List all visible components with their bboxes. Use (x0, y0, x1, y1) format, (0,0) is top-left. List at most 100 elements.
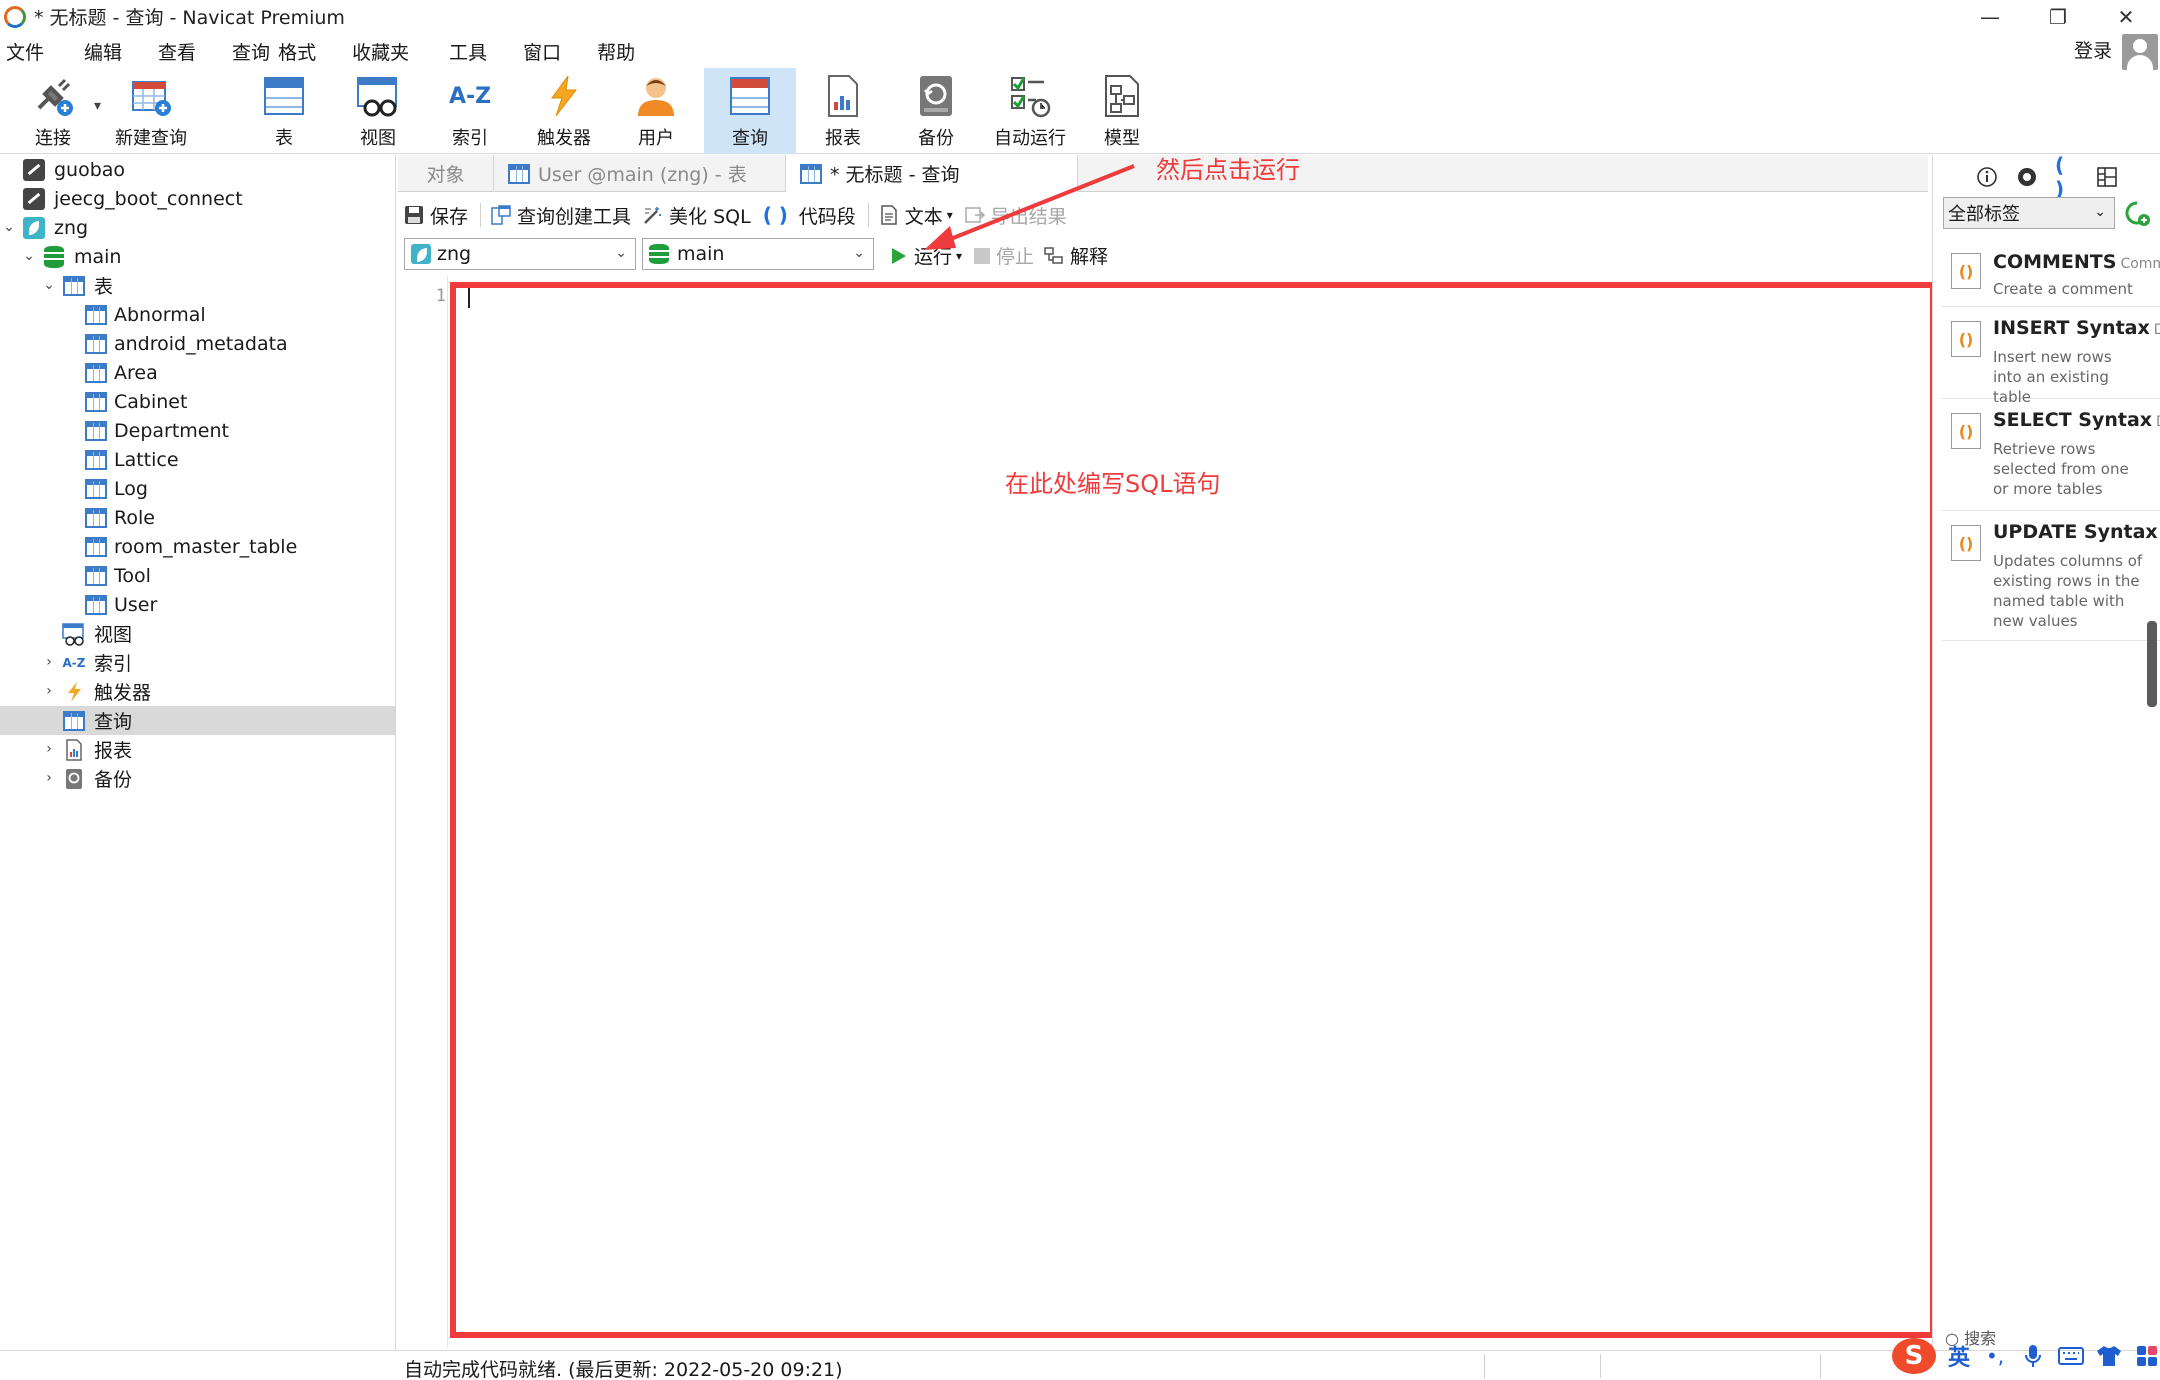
save-button[interactable]: 保存 (404, 202, 468, 229)
tag-filter-select[interactable]: 全部标签 ⌄ (1943, 197, 2115, 229)
code-snippet-button[interactable]: ( ) 代码段 (763, 202, 856, 229)
panel-scrollbar[interactable] (2147, 621, 2157, 707)
new-query-label: 新建查询 (115, 128, 187, 149)
magic-wand-icon (644, 207, 662, 224)
tab-user-table[interactable]: User @main (zng) - 表 (494, 155, 786, 192)
skin-icon[interactable] (2096, 1343, 2122, 1369)
table-icon (85, 478, 107, 499)
tree-triggers-group[interactable]: › 触发器 (0, 677, 395, 706)
tree-table-item[interactable]: Tool (0, 561, 395, 590)
tree-views-group[interactable]: 视图 (0, 619, 395, 648)
new-query-button[interactable]: 新建查询 (110, 68, 192, 154)
chevron-down-icon[interactable]: ⌄ (22, 248, 36, 264)
chevron-down-icon: ⌄ (853, 245, 865, 261)
tab-objects[interactable]: 对象 (398, 155, 494, 192)
chevron-right-icon[interactable]: › (42, 741, 56, 757)
info-icon[interactable] (1975, 165, 1999, 189)
automation-icon (1008, 74, 1052, 118)
tree-connection-zng[interactable]: ⌄ zng (0, 213, 395, 242)
backup-button[interactable]: 备份 (902, 68, 970, 154)
tree-table-item[interactable]: android_metadata (0, 329, 395, 358)
snippet-item[interactable]: () INSERT SyntaxDM Insert new rows into … (1941, 309, 2160, 406)
connect-label: 连接 (35, 128, 71, 149)
keyboard-icon[interactable] (2058, 1343, 2085, 1369)
chevron-right-icon[interactable]: › (42, 683, 56, 699)
trigger-button[interactable]: 触发器 (528, 68, 600, 154)
login-link[interactable]: 登录 (2074, 36, 2112, 63)
table-icon (85, 333, 107, 354)
ime-punctuation[interactable]: •, (1982, 1343, 2008, 1369)
add-snippet-icon[interactable] (2123, 199, 2151, 227)
snippet-item[interactable]: () SELECT SyntaxDM Retrieve rows selecte… (1941, 401, 2160, 511)
chevron-down-icon[interactable]: ⌄ (42, 277, 56, 293)
toolbox-icon[interactable] (2134, 1343, 2160, 1369)
tree-table-item[interactable]: Department (0, 416, 395, 445)
menu-tools[interactable]: 工具 (421, 38, 499, 65)
table-button[interactable]: 表 (250, 68, 318, 154)
table-icon (63, 275, 85, 296)
microphone-icon[interactable] (2020, 1343, 2046, 1369)
beautify-sql-button[interactable]: 美化 SQL (643, 202, 751, 229)
floppy-icon (405, 206, 423, 224)
sogou-logo-icon[interactable]: S (1892, 1338, 1936, 1374)
menu-bar: 文件 编辑 查看 查询 格式 收藏夹 工具 窗口 帮助 (0, 35, 2160, 67)
editor-toolbar: 保存 查询创建工具 美化 SQL ( ) 代码段 文本 ▾ 导出结果 (398, 197, 1928, 233)
snippet-item[interactable]: () UPDATE SyntaxDI Updates columns of ex… (1941, 513, 2160, 641)
window-controls: — ❐ ✕ (1956, 0, 2160, 33)
query-builder-button[interactable]: 查询创建工具 (491, 202, 631, 229)
window-title: * 无标题 - 查询 - Navicat Premium (34, 7, 345, 29)
layout-icon[interactable] (2095, 165, 2119, 189)
automation-button[interactable]: 自动运行 (986, 68, 1074, 154)
connect-button[interactable]: 连接 (14, 68, 92, 154)
tree-connection-jeecg[interactable]: jeecg_boot_connect (0, 184, 395, 213)
restore-button[interactable]: ❐ (2024, 0, 2092, 33)
tree-database-main[interactable]: ⌄ main (0, 242, 395, 271)
report-icon (821, 74, 865, 118)
tree-tables-group[interactable]: ⌄ 表 (0, 271, 395, 300)
tree-table-item[interactable]: User (0, 590, 395, 619)
snippet-panel: ( ) 全部标签 ⌄ () COMMENTS Comm Create a comm… (1932, 153, 2160, 1350)
connect-dropdown-icon[interactable]: ▾ (94, 98, 101, 114)
minimize-button[interactable]: — (1956, 0, 2024, 33)
tree-table-item[interactable]: Abnormal (0, 300, 395, 329)
menu-format[interactable]: 格式 (274, 38, 328, 65)
menu-window[interactable]: 窗口 (499, 38, 573, 65)
avatar[interactable] (2122, 34, 2158, 70)
line-number: 1 (435, 286, 446, 306)
model-button[interactable]: 模型 (1088, 68, 1156, 154)
view-icon (356, 74, 400, 118)
ime-language[interactable]: 英 (1948, 1340, 1970, 1372)
tree-queries-group[interactable]: 查询 (0, 706, 395, 735)
tree-table-item[interactable]: room_master_table (0, 532, 395, 561)
close-button[interactable]: ✕ (2092, 0, 2160, 33)
menu-view[interactable]: 查看 (134, 38, 208, 65)
menu-edit[interactable]: 编辑 (56, 38, 134, 65)
view-button[interactable]: 视图 (344, 68, 412, 154)
parentheses-icon[interactable]: ( ) (2055, 153, 2079, 201)
database-select[interactable]: main ⌄ (642, 238, 874, 270)
chevron-down-icon[interactable]: ⌄ (2, 219, 16, 235)
tree-table-item[interactable]: Role (0, 503, 395, 532)
chevron-right-icon[interactable]: › (42, 770, 56, 786)
snippet-item[interactable]: () COMMENTS Comm Create a comment (1941, 241, 2160, 307)
sqlite-connection-icon (23, 216, 45, 239)
tree-reports-group[interactable]: › 报表 (0, 735, 395, 764)
menu-file[interactable]: 文件 (0, 38, 56, 65)
connection-select[interactable]: zng ⌄ (404, 238, 636, 270)
tree-table-item[interactable]: Log (0, 474, 395, 503)
tree-table-item[interactable]: Area (0, 358, 395, 387)
menu-favorites[interactable]: 收藏夹 (328, 38, 421, 65)
tree-connection-guobao[interactable]: guobao (0, 155, 395, 184)
report-button[interactable]: 报表 (808, 68, 878, 154)
user-button[interactable]: 用户 (622, 68, 690, 154)
menu-query[interactable]: 查询 (208, 38, 274, 65)
eye-icon[interactable] (2015, 165, 2039, 189)
tree-table-item[interactable]: Lattice (0, 445, 395, 474)
index-button[interactable]: A-Z 索引 (436, 68, 504, 154)
tree-table-item[interactable]: Cabinet (0, 387, 395, 416)
menu-help[interactable]: 帮助 (573, 38, 647, 65)
tree-indexes-group[interactable]: › A-Z 索引 (0, 648, 395, 677)
tree-backups-group[interactable]: › 备份 (0, 764, 395, 793)
query-button[interactable]: 查询 (704, 68, 796, 154)
chevron-right-icon[interactable]: › (42, 654, 56, 670)
